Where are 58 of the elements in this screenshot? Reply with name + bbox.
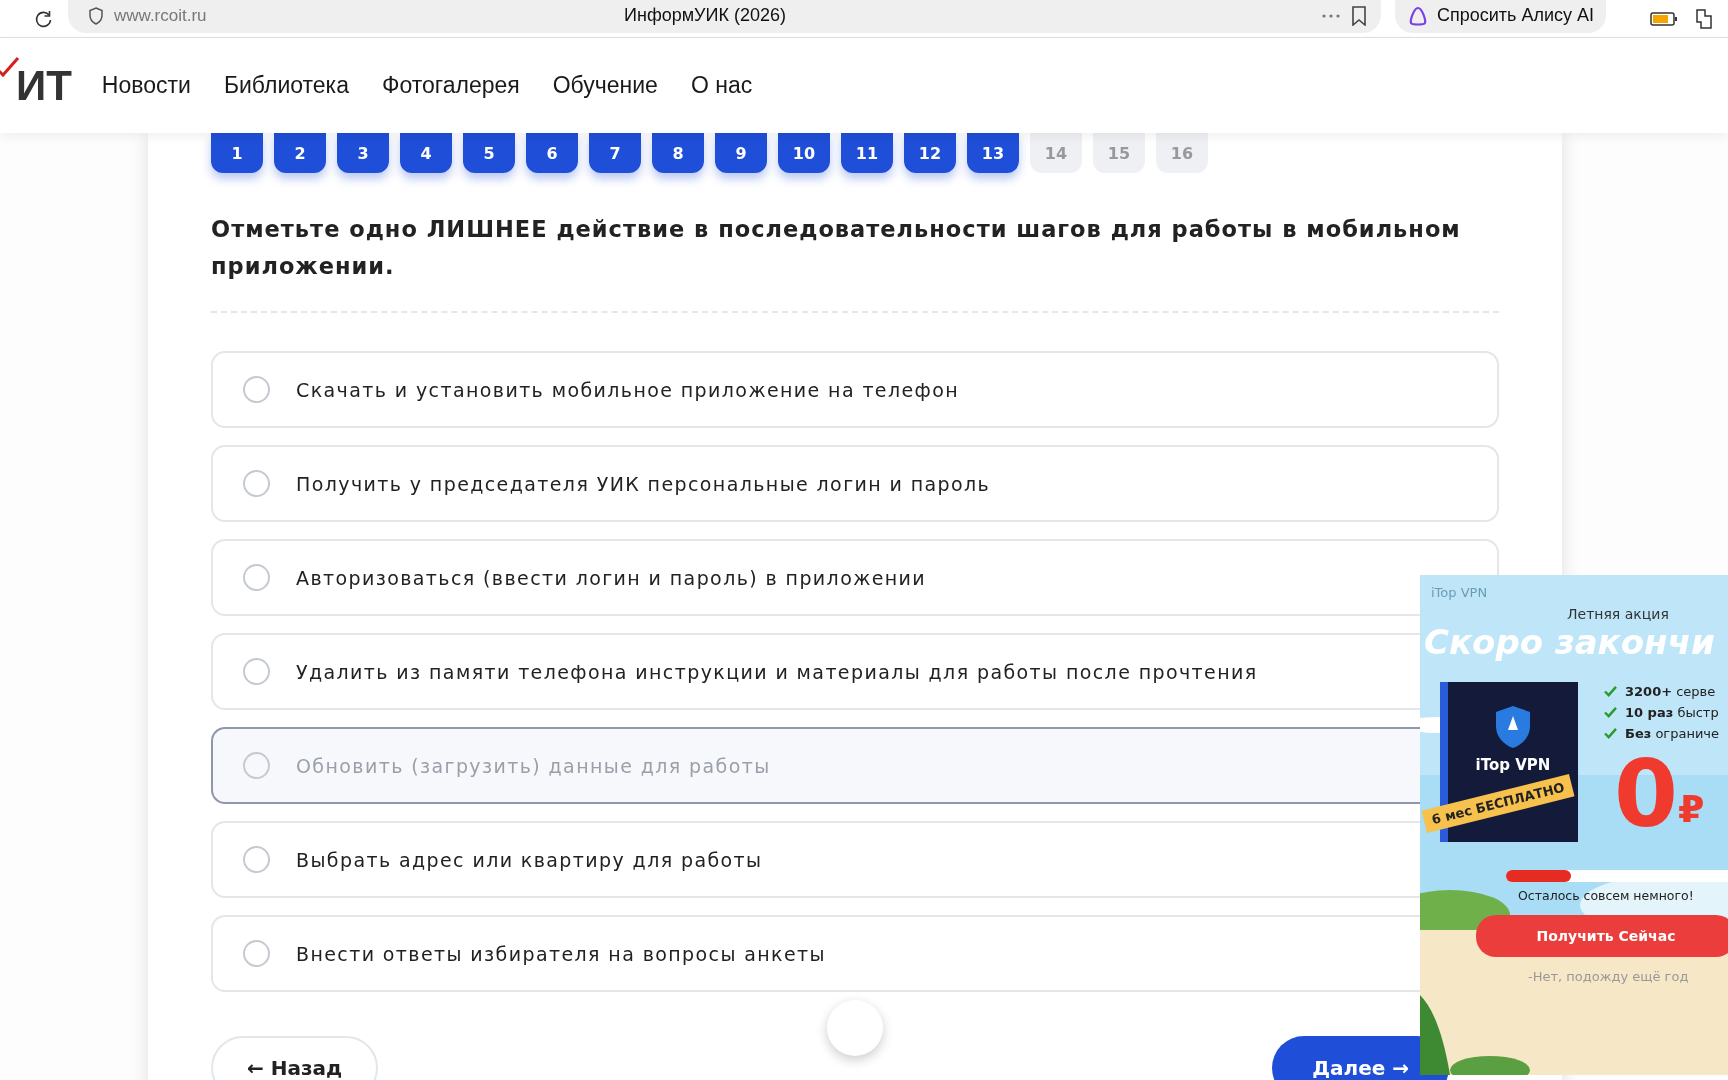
question-number-button[interactable]: 11	[841, 133, 893, 173]
url-text: www.rcoit.ru	[114, 5, 208, 26]
back-button[interactable]: ← Назад	[211, 1036, 379, 1080]
radio-button[interactable]	[243, 376, 270, 403]
shield-icon	[88, 6, 104, 25]
nav-link[interactable]: Новости	[101, 72, 191, 99]
feature-text: Без ограниче	[1625, 726, 1720, 741]
reload-icon[interactable]	[34, 8, 54, 29]
check-icon	[1604, 728, 1617, 739]
answer-option[interactable]: Выбрать адрес или квартиру для работы	[211, 821, 1420, 898]
question-number-button[interactable]: 2	[274, 133, 326, 173]
check-icon	[1604, 686, 1617, 697]
question-number-button[interactable]: 5	[463, 133, 515, 173]
question-number-button[interactable]: 3	[337, 133, 389, 173]
assistant-button[interactable]: Спросить Алису AI	[1394, 0, 1606, 33]
box-title: iTop VPN	[1475, 756, 1551, 774]
radio-button[interactable]	[243, 658, 270, 685]
bookmark-icon[interactable]	[1350, 5, 1367, 26]
question-number-button[interactable]: 1	[211, 133, 263, 173]
answer-option[interactable]: Скачать и установить мобильное приложение на телефон	[211, 351, 1499, 428]
question-number-button[interactable]: 12	[904, 133, 956, 173]
nav-link[interactable]: Фотогалерея	[381, 72, 520, 99]
checkmark-icon	[0, 55, 20, 80]
ad-brand: iTop VPN	[1431, 585, 1488, 600]
check-icon	[1604, 707, 1617, 718]
ad-headline: Скоро закончи	[1424, 622, 1715, 662]
page-title: ИнформУИК (2026)	[624, 5, 787, 26]
question-number-button[interactable]: 7	[589, 133, 641, 173]
question-number-button[interactable]: 6	[526, 133, 578, 173]
address-bar[interactable]: www.rcoit.ru ИнформУИК (2026)	[68, 0, 1381, 33]
radio-button[interactable]	[243, 564, 270, 591]
question-number-button[interactable]: 4	[400, 133, 452, 173]
feature-text: 3200+ серве	[1625, 684, 1716, 699]
question-number-button[interactable]: 8	[652, 133, 704, 173]
nav-link[interactable]: Библиотека	[223, 72, 349, 99]
answer-option[interactable]: Получить у председателя УИК персональные логин и пароль	[211, 445, 1499, 522]
nav-link[interactable]: О нас	[690, 72, 753, 99]
progress-caption: Осталось совсем немного!	[1518, 888, 1694, 903]
radio-button[interactable]	[243, 940, 270, 967]
question-number-button[interactable]: 10	[778, 133, 830, 173]
get-now-button[interactable]: Получить Сейчас	[1476, 915, 1728, 957]
price: 0	[1614, 747, 1678, 843]
radio-button[interactable]	[243, 846, 270, 873]
logo[interactable]: ИТ	[16, 61, 72, 110]
radio-button[interactable]	[243, 470, 270, 497]
nav-link[interactable]: Обучение	[552, 72, 658, 99]
ad-kicker: Летняя акция	[1567, 606, 1669, 622]
shield-icon	[1493, 704, 1533, 750]
battery-icon	[1650, 10, 1678, 27]
question-number-button[interactable]: 9	[715, 133, 767, 173]
question-number-button[interactable]: 13	[967, 133, 1019, 173]
question-text: Отметьте одно ЛИШНЕЕ действие в последовательности шагов для работы в мобильном приложении.	[211, 215, 1462, 281]
currency: ₽	[1678, 787, 1705, 831]
answer-option[interactable]: Удалить из памяти телефона инструкции и материалы для работы после прочтения	[211, 633, 1420, 710]
answer-option[interactable]: Внести ответы избирателя на вопросы анкеты	[211, 915, 1420, 992]
more-icon[interactable]	[1320, 12, 1341, 19]
feature-text: 10 раз быстр	[1625, 705, 1719, 720]
radio-button[interactable]	[243, 752, 270, 779]
